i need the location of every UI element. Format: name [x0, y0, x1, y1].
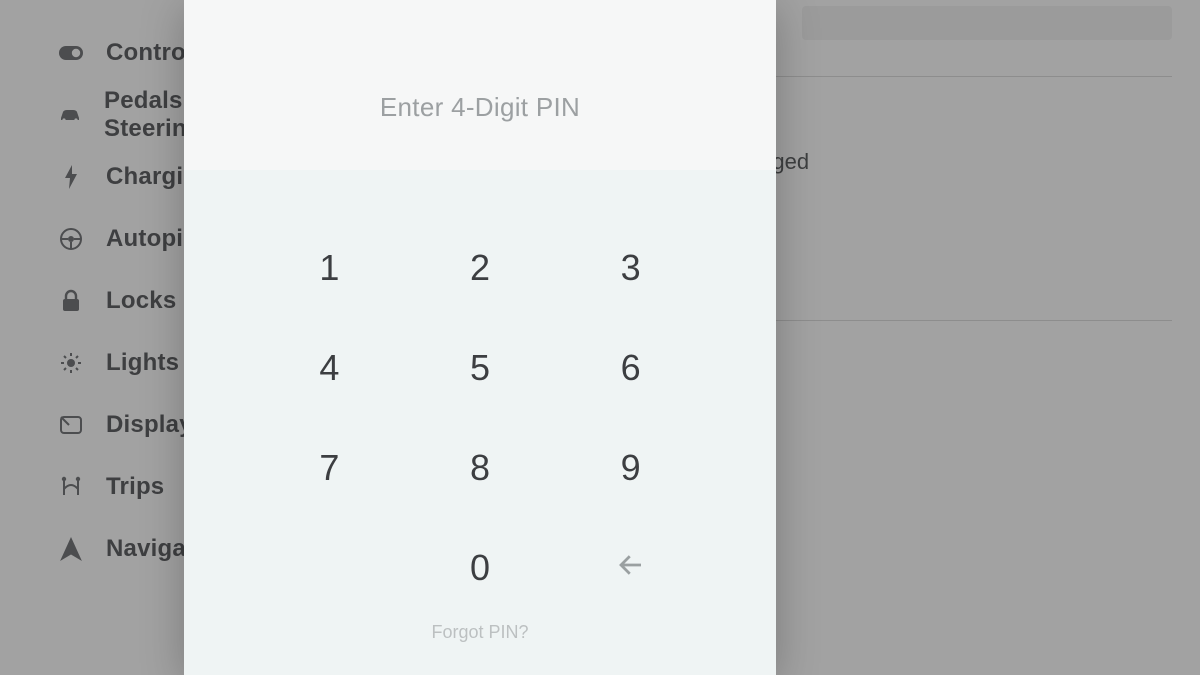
pin-entry-modal: Enter 4-Digit PIN 1 2 3 4 5 6 7 8 9 0 Fo…: [184, 0, 776, 675]
keypad-7[interactable]: 7: [254, 418, 405, 518]
keypad-1[interactable]: 1: [254, 218, 405, 318]
keypad-3[interactable]: 3: [555, 218, 706, 318]
keypad-backspace[interactable]: [555, 518, 706, 618]
pin-keypad: 1 2 3 4 5 6 7 8 9 0 Forgot PIN?: [184, 170, 776, 675]
keypad-blank: [254, 518, 405, 618]
keypad-8[interactable]: 8: [405, 418, 556, 518]
arrow-left-icon: [616, 547, 646, 589]
pin-modal-title: Enter 4-Digit PIN: [380, 92, 580, 123]
keypad-2[interactable]: 2: [405, 218, 556, 318]
forgot-pin-link[interactable]: Forgot PIN?: [254, 622, 706, 643]
keypad-0[interactable]: 0: [405, 518, 556, 618]
keypad-6[interactable]: 6: [555, 318, 706, 418]
keypad-5[interactable]: 5: [405, 318, 556, 418]
pin-modal-header: Enter 4-Digit PIN: [184, 0, 776, 170]
keypad-4[interactable]: 4: [254, 318, 405, 418]
keypad-9[interactable]: 9: [555, 418, 706, 518]
